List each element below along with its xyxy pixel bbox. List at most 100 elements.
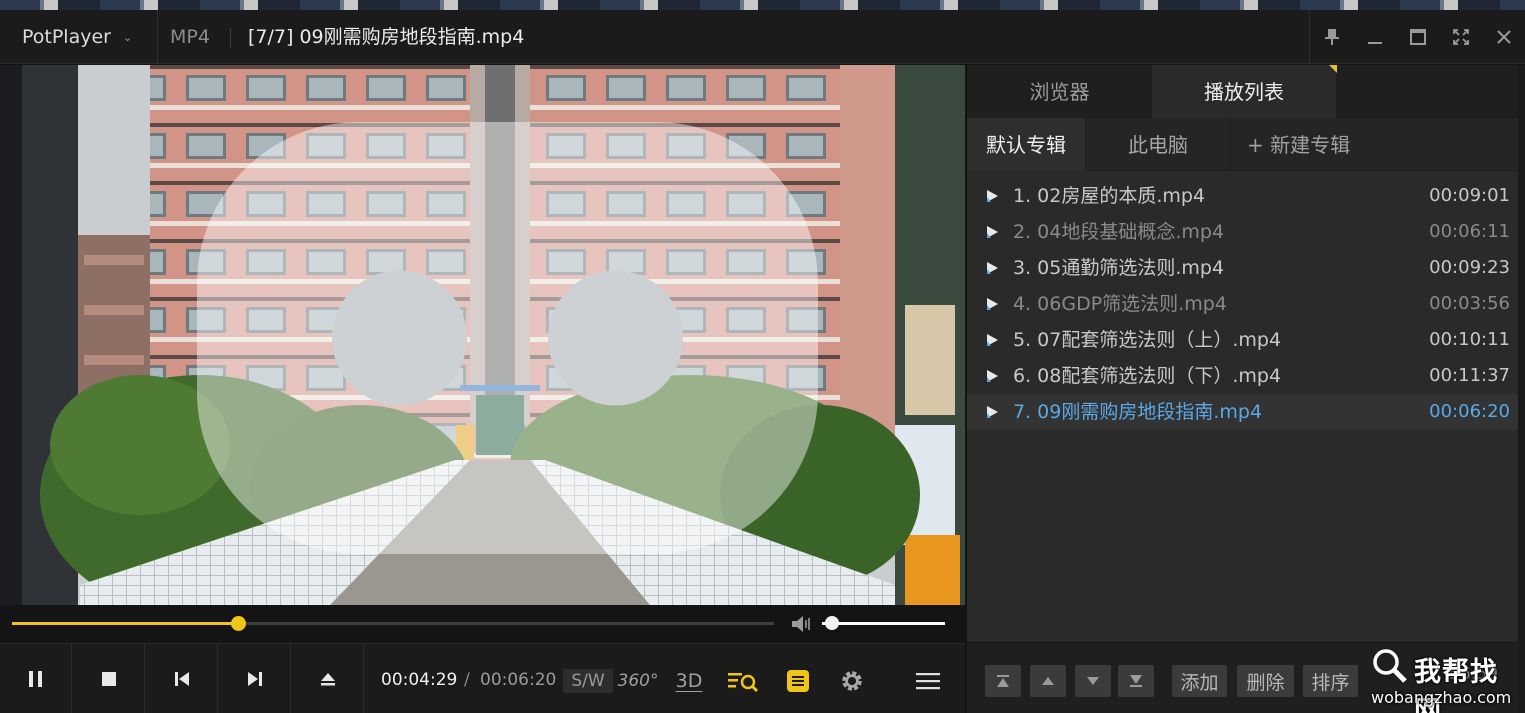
- fullscreen-button[interactable]: [1439, 10, 1482, 64]
- playlist-item-duration: 00:11:37: [1429, 365, 1510, 386]
- seek-row: [0, 605, 965, 643]
- delete-button[interactable]: 删除: [1237, 665, 1294, 697]
- total-time[interactable]: 00:06:20: [480, 644, 556, 713]
- video-watermark: 千聊: [40, 95, 965, 605]
- sw-decoder-button[interactable]: S/W: [563, 669, 613, 693]
- move-down-button[interactable]: [1075, 665, 1111, 697]
- play-arrow-icon: [987, 190, 998, 202]
- app-menu-button[interactable]: PotPlayer ⌄: [0, 10, 158, 64]
- playlist-item-title: 3. 05通勤筛选法则.mp4: [1013, 257, 1225, 279]
- fullscreen-icon: [1452, 29, 1469, 45]
- playlist-item-title: 7. 09刚需购房地段指南.mp4: [1013, 401, 1263, 423]
- file-title: [7/7] 09刚需购房地段指南.mp4: [248, 26, 525, 48]
- previous-button[interactable]: [146, 644, 218, 713]
- pin-button[interactable]: [1310, 10, 1353, 64]
- sort-label: 排序: [1311, 671, 1350, 694]
- skip-previous-icon: [174, 672, 189, 686]
- seek-handle[interactable]: [230, 616, 246, 631]
- window-controls: [1309, 10, 1525, 64]
- chevron-down-icon: ⌄: [122, 30, 133, 44]
- speaker-icon[interactable]: [790, 613, 814, 635]
- control-bar: 00:04:29 / 00:06:20 S/W 360° 3D: [0, 643, 965, 713]
- playlist-item-title: 4. 06GDP筛选法则.mp4: [1013, 293, 1227, 315]
- minimize-button[interactable]: [1353, 10, 1396, 64]
- move-top-icon: [997, 675, 1009, 687]
- move-up-button[interactable]: [1030, 665, 1066, 697]
- panel-tabs: 浏览器 播放列表: [967, 65, 1525, 118]
- close-button[interactable]: [1482, 10, 1525, 64]
- title-bar: PotPlayer ⌄ MP4 [7/7] 09刚需购房地段指南.mp4: [0, 10, 1525, 64]
- next-button[interactable]: [219, 644, 291, 713]
- thumbnail-strip: [0, 0, 1525, 10]
- playlist-item-duration: 00:06:20: [1429, 401, 1510, 422]
- play-arrow-icon: [987, 262, 998, 274]
- current-time: 00:04:29: [381, 670, 458, 690]
- seek-bar[interactable]: [12, 616, 774, 631]
- playlist-item-duration: 00:10:11: [1429, 329, 1510, 350]
- pause-button[interactable]: [0, 644, 72, 713]
- time-separator: /: [464, 670, 470, 690]
- settings-button[interactable]: [836, 669, 868, 693]
- maximize-button[interactable]: [1396, 10, 1439, 64]
- eject-icon: [320, 673, 335, 686]
- playlist-item[interactable]: 6. 08配套筛选法则（下）.mp4 00:11:37: [967, 358, 1519, 394]
- playlist-item-title: 5. 07配套筛选法则（上）.mp4: [1013, 329, 1282, 351]
- move-to-top-button[interactable]: [985, 665, 1021, 697]
- tab-playlist[interactable]: 播放列表: [1152, 65, 1336, 118]
- 3d-label: 3D: [675, 670, 703, 692]
- playlist-item-duration: 00:06:11: [1429, 221, 1510, 242]
- album-tabs: 默认专辑 此电脑 + 新建专辑: [967, 118, 1519, 171]
- add-label: 添加: [1180, 671, 1219, 694]
- seek-progress: [12, 622, 238, 625]
- playlist-item[interactable]: 5. 07配套筛选法则（上）.mp4 00:10:11: [967, 322, 1519, 358]
- playlist-item-duration: 00:09:01: [1429, 185, 1510, 206]
- playlist: 1. 02房屋的本质.mp4 00:09:01 2. 04地段基础概念.mp4 00:…: [967, 178, 1519, 430]
- video-frame[interactable]: 千聊: [0, 65, 965, 605]
- playlist-item[interactable]: 3. 05通勤筛选法则.mp4 00:09:23: [967, 250, 1519, 286]
- album-tab-this-pc[interactable]: 此电脑: [1085, 118, 1231, 171]
- vr-360-button[interactable]: 360°: [616, 669, 660, 693]
- title-separator: [230, 28, 231, 48]
- playlist-item[interactable]: 4. 06GDP筛选法则.mp4 00:03:56: [967, 286, 1519, 322]
- tab-browser[interactable]: 浏览器: [967, 65, 1152, 118]
- close-icon: [1496, 30, 1511, 44]
- playlist-item-duration: 00:09:23: [1429, 257, 1510, 278]
- play-arrow-icon: [987, 226, 998, 238]
- play-arrow-icon: [987, 370, 998, 382]
- album-tab-default[interactable]: 默认专辑: [967, 118, 1085, 171]
- playlist-item-title: 1. 02房屋的本质.mp4: [1013, 185, 1206, 207]
- pin-icon: [1324, 29, 1339, 45]
- playlist-item-duration: 00:03:56: [1429, 293, 1510, 314]
- panel-scroll-edge: [1518, 65, 1525, 713]
- maximize-icon: [1409, 29, 1426, 45]
- magnifier-icon: [1373, 649, 1407, 683]
- playlist-item[interactable]: 2. 04地段基础概念.mp4 00:06:11: [967, 214, 1519, 250]
- volume-bar[interactable]: [822, 616, 945, 630]
- pause-icon: [28, 671, 42, 687]
- play-arrow-icon: [987, 406, 998, 418]
- app-name: PotPlayer: [22, 26, 111, 48]
- move-to-bottom-button[interactable]: [1118, 665, 1154, 697]
- subtitle-button[interactable]: [786, 669, 810, 693]
- skip-next-icon: [247, 672, 262, 686]
- volume-handle[interactable]: [824, 616, 839, 630]
- site-watermark-url: wobangzhao.com: [1371, 688, 1512, 707]
- new-album-button[interactable]: + 新建专辑: [1247, 118, 1350, 171]
- stop-button[interactable]: [73, 644, 145, 713]
- subtitle-search-button[interactable]: [726, 669, 762, 693]
- subtitle-icon: [787, 670, 809, 692]
- 3d-button[interactable]: 3D: [672, 669, 706, 693]
- vr-360-label: 360°: [617, 671, 659, 691]
- move-bottom-icon: [1130, 675, 1142, 687]
- playlist-item-title: 2. 04地段基础概念.mp4: [1013, 221, 1225, 243]
- play-arrow-icon: [987, 298, 998, 310]
- chat-bubble-icon: [196, 122, 818, 554]
- hamburger-icon: [916, 673, 940, 690]
- playlist-item[interactable]: 1. 02房屋的本质.mp4 00:09:01: [967, 178, 1519, 214]
- playlist-item[interactable]: 7. 09刚需购房地段指南.mp4 00:06:20: [967, 394, 1519, 430]
- eject-button[interactable]: [292, 644, 364, 713]
- sort-button[interactable]: 排序: [1303, 665, 1358, 697]
- triangle-down-icon: [1087, 677, 1099, 685]
- add-button[interactable]: 添加: [1172, 665, 1227, 697]
- main-menu-button[interactable]: [913, 669, 943, 693]
